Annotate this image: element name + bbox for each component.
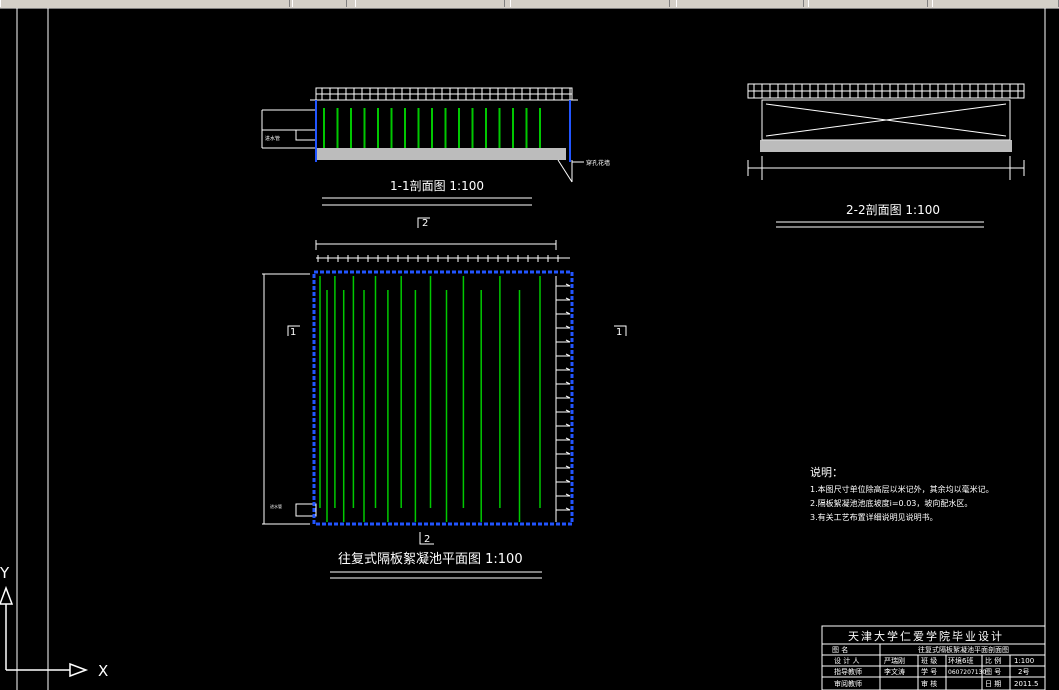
plan-view-drawing: 进水管 [262,240,574,526]
drawing-frame [16,8,1046,690]
toolbar-segment[interactable] [932,0,1059,7]
note-line: 1.本图尺寸单位除高层以米记外，其余均以毫米记。 [810,484,994,494]
toolbar-segment[interactable] [355,0,505,7]
section-2-2-title: 2-2剖面图 1:100 [846,203,940,217]
tb-cell: 图 号 [985,668,1001,676]
section-1-1-drawing: 穿孔花墙 进水管 [261,87,610,183]
tb-cell: 审阅教师 [834,679,862,688]
tb-cell: 指导教师 [834,667,862,676]
tb-cell: 审 核 [921,679,937,688]
tb-cell: 图 名 [832,645,848,654]
inlet-label: 进水管 [270,503,282,509]
section-1-1-title: 1-1剖面图 1:100 [390,179,484,193]
section-marker-1 [287,325,627,336]
tb-cell: 比 例 [985,656,1001,665]
note-line: 3.有关工艺布置详细说明见说明书。 [810,512,938,522]
inlet-label: 进水管 [265,135,280,142]
tb-cell: 环境6班 [948,656,973,665]
tb-cell: 日 期 [985,680,1001,688]
title-block: 天津大学仁爱学院毕业设计 图 名 往复式隔板絮凝池平面剖面图 设 计 人 严瑞刚… [821,625,1046,690]
tb-cell: 1:100 [1014,657,1034,665]
toolbar-segment[interactable] [676,0,804,7]
ucs-x-label: X [98,662,108,680]
tb-cell: 学 号 [921,667,937,676]
title-block-header: 天津大学仁爱学院毕业设计 [848,629,1004,643]
toolbar-segment[interactable] [510,0,670,7]
tb-cell: 班 级 [921,656,937,665]
ucs-icon [0,585,89,678]
plan-title: 往复式隔板絮凝池平面图 1:100 [338,551,523,567]
drawing-canvas[interactable]: 穿孔花墙 进水管 1-1剖面图 1:100 2 2-2剖面图 1:100 进水管… [0,8,1059,690]
section-marker-label: 2 [422,218,428,229]
section-marker-label: 1 [290,327,296,338]
tb-cell: 设 计 人 [834,656,859,665]
toolbar-icons[interactable] [292,0,347,7]
tb-cell: 李文涛 [884,667,905,676]
tb-cell: 2号 [1018,668,1029,676]
notes: 说明： 1.本图尺寸单位除高层以米记外，其余均以毫米记。 2.隔板絮凝池池底坡度… [810,465,994,522]
notes-heading: 说明： [810,465,843,479]
pipe-label: 穿孔花墙 [586,159,610,167]
section-2-2-drawing [747,83,1025,180]
toolbar-segment[interactable] [0,0,290,7]
tb-cell: 往复式隔板絮凝池平面剖面图 [918,645,1009,654]
section-marker-label: 2 [424,534,430,545]
tb-cell: 2011.5 [1014,680,1039,688]
toolbar-segment[interactable] [808,0,928,7]
note-line: 2.隔板絮凝池池底坡度i=0.03，坡向配水区。 [810,498,972,508]
tb-cell: 0607207130 [948,669,986,676]
ucs-y-label: Y [0,564,10,582]
tb-cell: 严瑞刚 [884,656,905,665]
section-marker-label: 1 [616,327,622,338]
